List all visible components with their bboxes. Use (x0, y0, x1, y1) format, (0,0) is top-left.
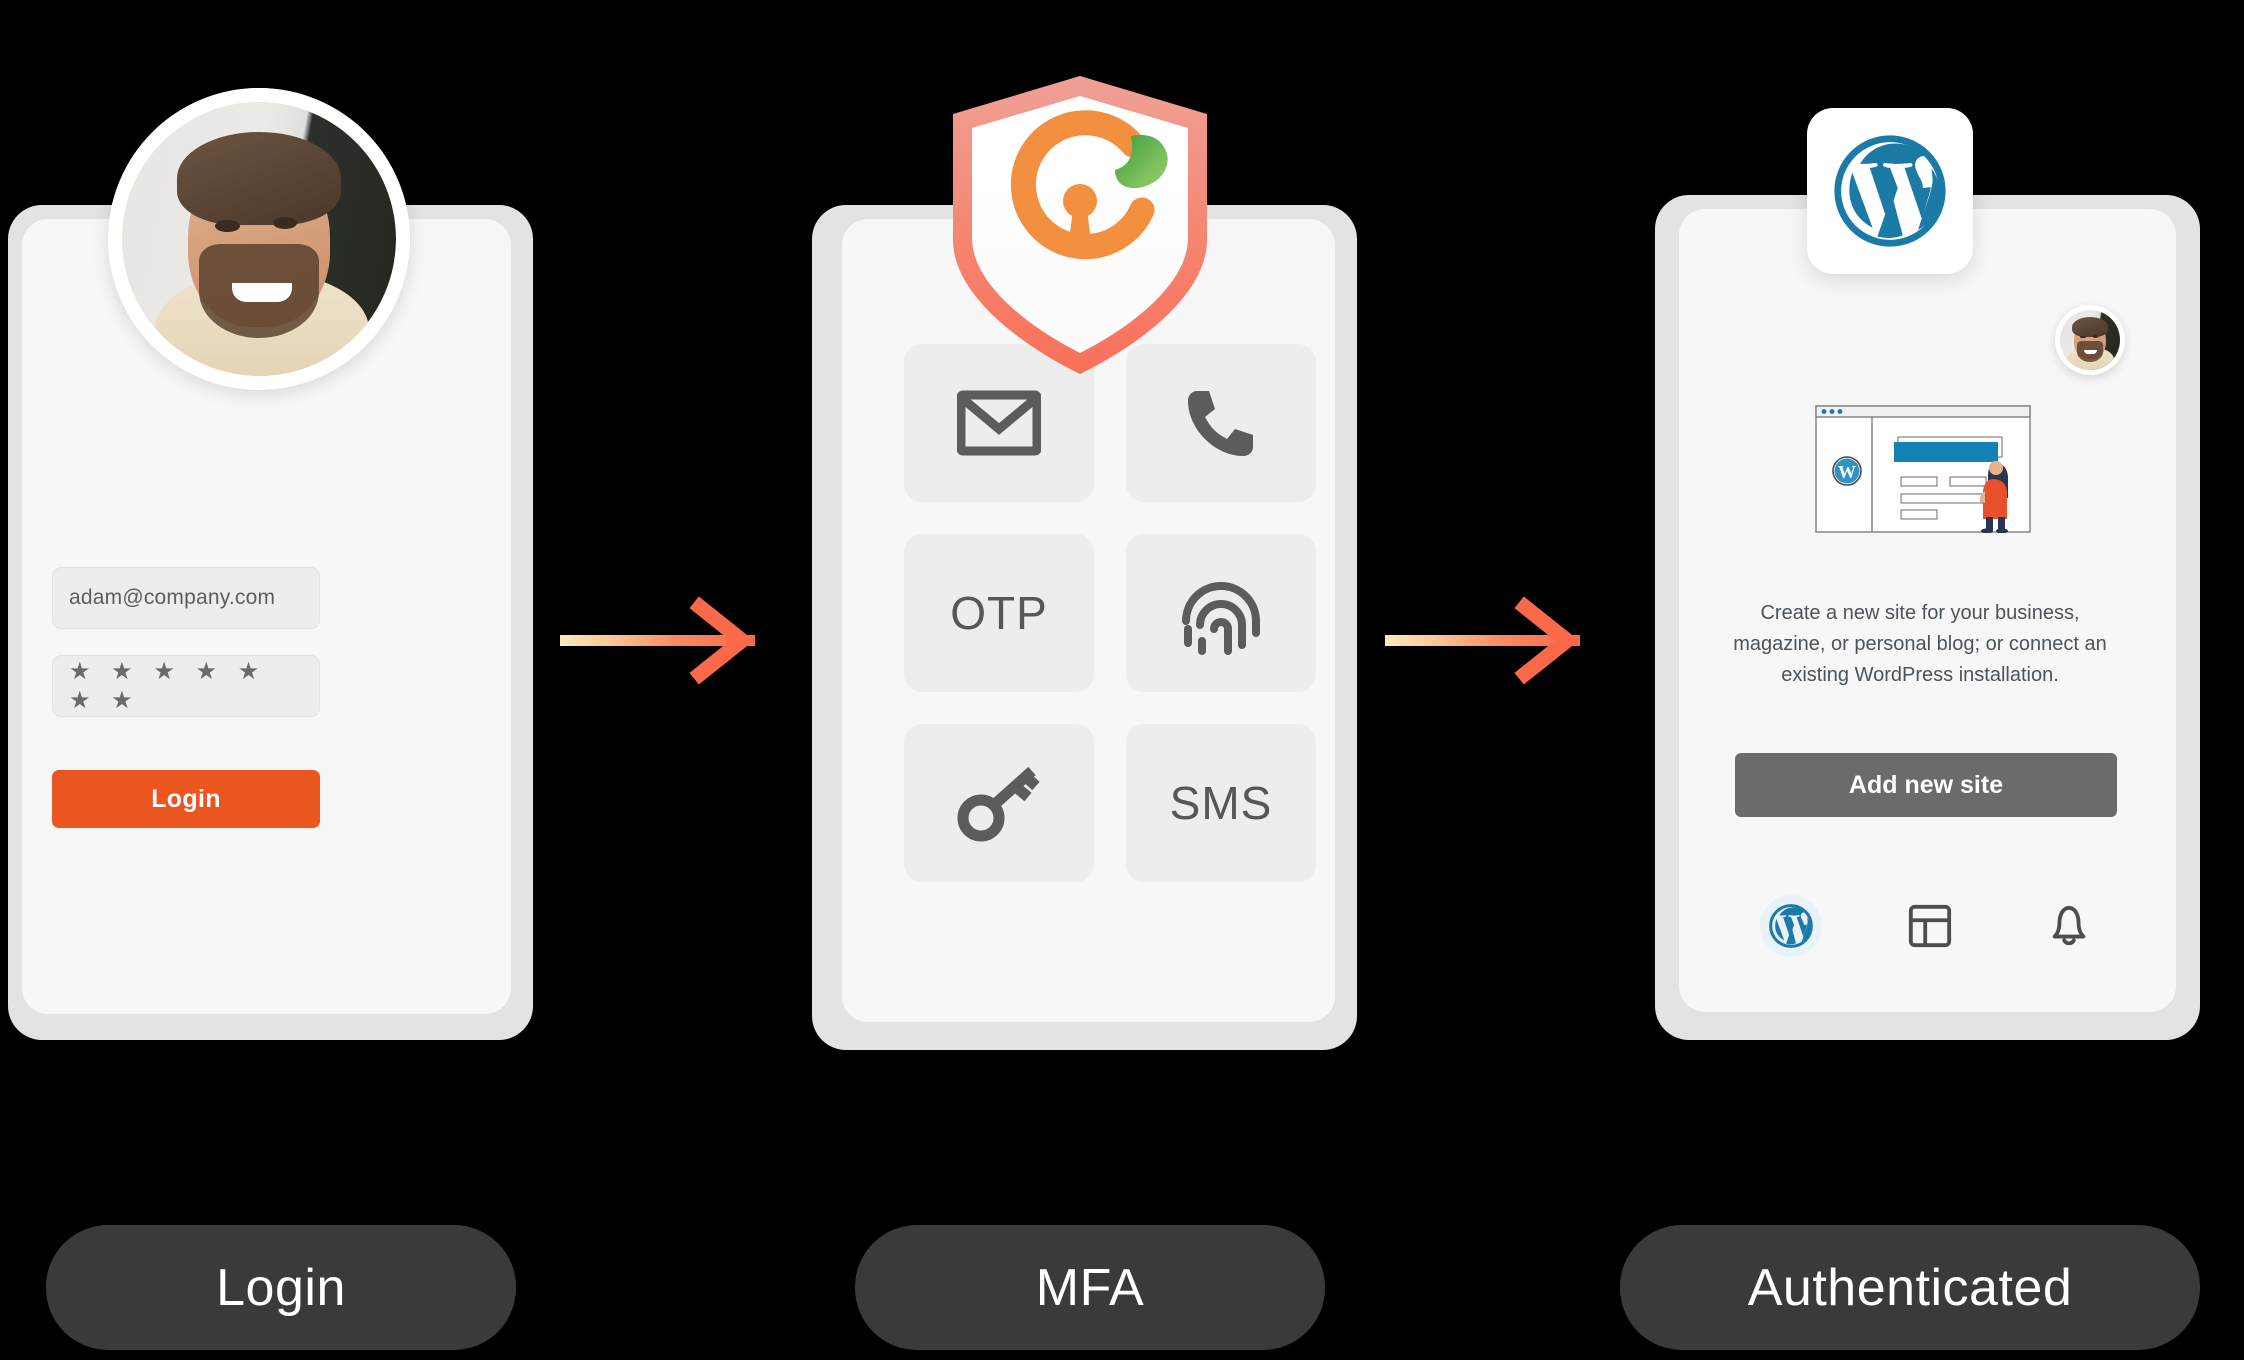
wordpress-dashboard-illustration: W (1815, 405, 2031, 533)
nav-item-notifications[interactable] (2038, 895, 2100, 957)
otp-label: OTP (950, 587, 1048, 639)
nav-item-layout[interactable] (1899, 895, 1961, 957)
svg-text:W: W (1838, 462, 1856, 482)
site-description: Create a new site for your business, mag… (1733, 602, 2107, 686)
add-new-site-label: Add new site (1848, 770, 2004, 799)
step-label-mfa: MFA (855, 1225, 1325, 1350)
step-label-mfa-text: MFA (1035, 1258, 1145, 1317)
arrow-login-to-mfa (560, 596, 755, 685)
wordpress-icon (1769, 904, 1813, 948)
step-label-authenticated: Authenticated (1620, 1225, 2200, 1350)
mfa-method-fingerprint[interactable] (1126, 534, 1316, 692)
flow-diagram: adam@company.com ★ ★ ★ ★ ★ ★ ★ Login OTP… (0, 0, 2244, 1360)
login-button-label: Login (151, 784, 221, 813)
email-field[interactable]: adam@company.com (52, 567, 320, 629)
email-field-value: adam@company.com (69, 586, 276, 609)
wordpress-icon (1834, 135, 1946, 247)
step-label-login: Login (46, 1225, 516, 1350)
fingerprint-icon (1182, 582, 1260, 655)
nav-item-wordpress[interactable] (1760, 895, 1822, 957)
mfa-method-otp[interactable]: OTP (904, 534, 1094, 692)
add-new-site-button[interactable]: Add new site (1735, 753, 2117, 817)
email-icon (957, 390, 1041, 456)
step-label-login-text: Login (216, 1258, 346, 1317)
avatar-photo (122, 102, 396, 376)
phone-icon (1188, 391, 1253, 456)
sms-label: SMS (1169, 777, 1273, 829)
wordpress-app-tile[interactable] (1807, 108, 1973, 274)
mfa-method-sms[interactable]: SMS (1126, 724, 1316, 882)
bottom-nav (1760, 895, 2100, 957)
key-icon (957, 766, 1040, 842)
layout-icon (1908, 904, 1952, 948)
avatar-small (2055, 305, 2125, 375)
password-field[interactable]: ★ ★ ★ ★ ★ ★ ★ (52, 655, 320, 717)
arrow-mfa-to-authenticated (1385, 596, 1580, 685)
avatar-small-photo (2060, 310, 2120, 370)
shield-lock-leaf-icon (945, 70, 1215, 380)
password-field-value: ★ ★ ★ ★ ★ ★ ★ (69, 658, 267, 714)
step-label-authenticated-text: Authenticated (1747, 1258, 2073, 1317)
login-button[interactable]: Login (52, 770, 320, 828)
bell-icon (2052, 905, 2086, 946)
avatar (108, 88, 410, 390)
mfa-method-grid: OTP SMS (904, 344, 1316, 882)
mfa-method-key[interactable] (904, 724, 1094, 882)
